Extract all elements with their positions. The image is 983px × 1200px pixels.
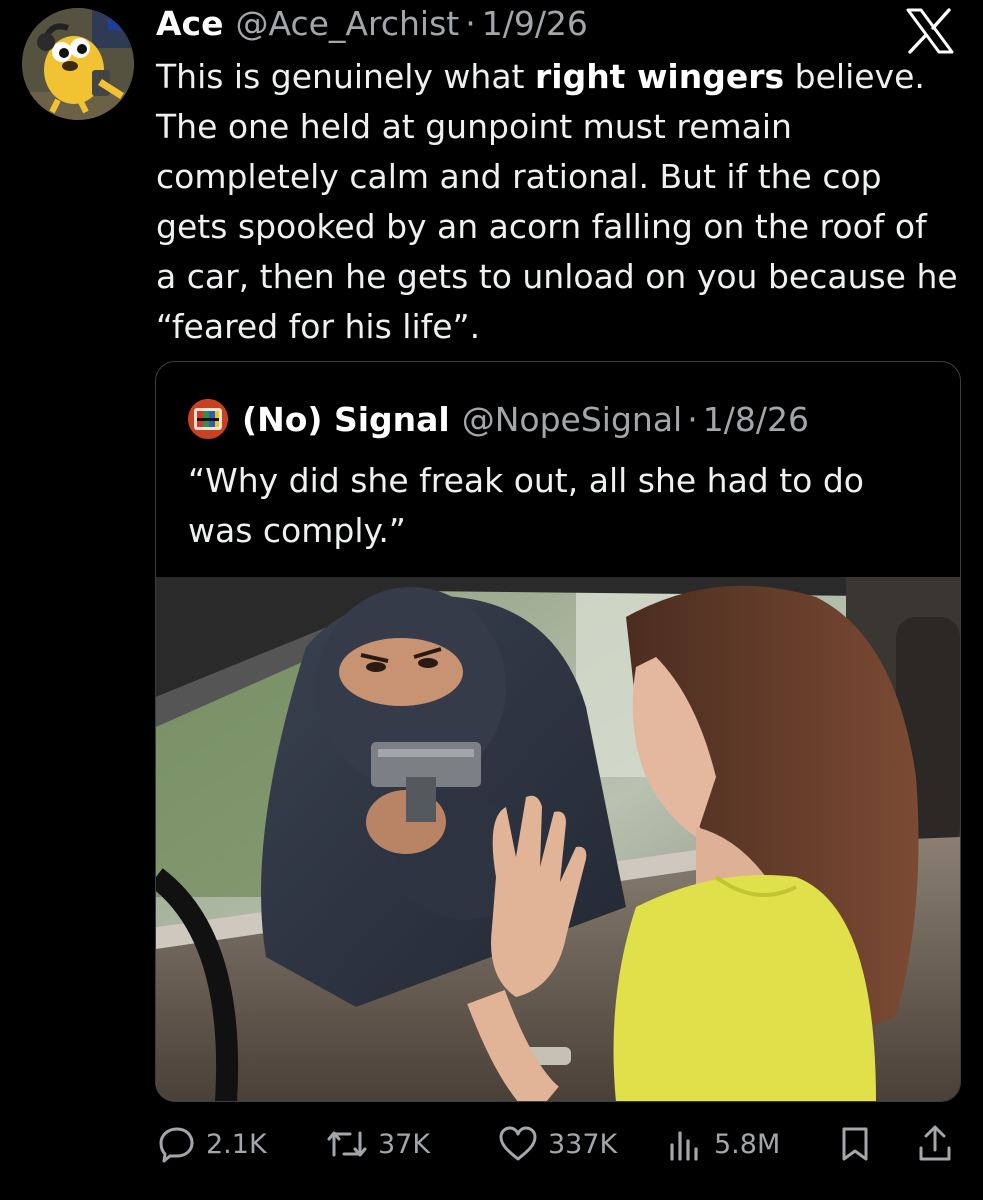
views-icon [670,1131,698,1161]
quoted-avatar[interactable] [188,399,228,439]
post-text: This is genuinely what right wingers bel… [156,52,971,352]
quoted-post-date[interactable]: 1/8/26 [703,400,809,439]
post: Ace @Ace_Archist · 1/9/26 This is genuin… [0,0,983,1200]
post-text-bold: right wingers [534,57,785,96]
post-text-part: believe. The one held at gunpoint must r… [156,57,958,346]
user-handle[interactable]: @Ace_Archist [235,2,459,46]
heart-icon [499,1126,537,1161]
like-count: 337K [548,1128,618,1160]
share-icon [919,1125,951,1161]
repost-button[interactable]: 37K [326,1118,430,1170]
display-name[interactable]: Ace [156,2,223,46]
bookmark-button[interactable] [838,1118,872,1170]
photo-masked-man-gun-at-car-window [156,577,960,1101]
post-date[interactable]: 1/9/26 [482,2,588,46]
view-count: 5.8M [714,1128,781,1160]
share-button[interactable] [916,1118,954,1170]
like-button[interactable]: 337K [498,1118,617,1170]
reply-icon [159,1127,194,1163]
quoted-display-name[interactable]: (No) Signal [242,400,450,439]
quoted-post-card[interactable]: (No) Signal @NopeSignal · 1/8/26 “Why di… [155,361,961,1102]
quoted-user-handle[interactable]: @NopeSignal [462,400,683,439]
repost-count: 37K [378,1128,431,1160]
reply-count: 2.1K [206,1128,267,1160]
quoted-post-image[interactable] [156,577,960,1101]
action-bar: 2.1K 37K 337K 5.8M [158,1118,958,1170]
tv-glitch-avatar-icon [188,399,228,439]
views-button[interactable]: 5.8M [666,1118,780,1170]
avatar[interactable] [22,8,134,120]
cartoon-dog-avatar-icon [22,8,134,120]
repost-icon [327,1131,367,1157]
reply-button[interactable]: 2.1K [158,1118,267,1170]
separator-dot: · [687,399,698,439]
bookmark-icon [842,1127,868,1161]
quoted-post-header: (No) Signal @NopeSignal · 1/8/26 [188,396,809,442]
x-logo-icon [906,8,954,54]
separator-dot: · [465,4,476,43]
post-text-part: This is genuinely what [156,57,535,96]
post-header: Ace @Ace_Archist · 1/9/26 [156,2,588,46]
quoted-post-text: “Why did she freak out, all she had to d… [188,461,865,550]
